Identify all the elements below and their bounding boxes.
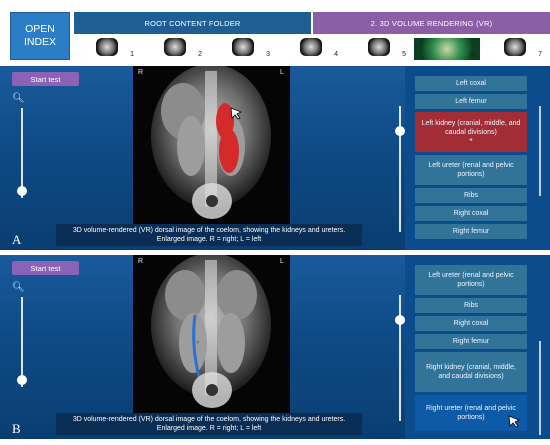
ct-marker: * — [196, 339, 200, 349]
thumbnail-3[interactable]: 3 — [210, 36, 278, 60]
open-index-line2: INDEX — [23, 36, 57, 48]
opacity-slider-knob[interactable] — [395, 126, 405, 136]
thumbnail-number: 1 — [130, 51, 134, 58]
thumbnail-number: 3 — [266, 51, 270, 58]
ct-image-viewer[interactable]: R L — [133, 66, 290, 226]
thumbnail-7[interactable]: 7 — [482, 36, 550, 60]
zoom-slider[interactable] — [17, 297, 27, 387]
list-item-label: Left kidney (cranial, middle, and caudal… — [421, 119, 521, 136]
list-item-label: Right ureter (renal and pelvic portions) — [426, 405, 516, 421]
label-left: L — [280, 258, 284, 265]
ct-volume-render — [151, 66, 271, 219]
list-scrollbar[interactable] — [539, 341, 541, 435]
image-caption: 3D volume-rendered (VR) dorsal image of … — [56, 224, 362, 246]
thumbnail-number: 2 — [198, 51, 202, 58]
label-left: L — [280, 69, 284, 76]
cursor-arrow-icon — [508, 415, 520, 428]
thumbnail-number: 4 — [334, 51, 338, 58]
tab-bar: ROOT CONTENT FOLDER 2. 3D VOLUME RENDERI… — [74, 12, 550, 34]
start-test-button[interactable]: Start test — [12, 72, 79, 86]
panel-letter: B — [12, 421, 21, 436]
list-item[interactable]: Ribs — [415, 298, 527, 313]
structure-list-items: Left ureter (renal and pelvic portions) … — [415, 255, 527, 434]
open-index-button[interactable]: OPEN INDEX — [10, 12, 70, 60]
list-item[interactable]: Right kidney (cranial, middle, and cauda… — [415, 352, 527, 392]
magnifier-icon: 🔍︎ — [12, 282, 25, 293]
thumbnail-image — [232, 38, 254, 56]
list-scrollbar[interactable] — [539, 106, 541, 196]
list-item-selected[interactable]: Left kidney (cranial, middle, and caudal… — [415, 112, 527, 152]
list-item[interactable]: Left femur — [415, 94, 527, 109]
thumbnail-image — [164, 38, 186, 56]
zoom-slider[interactable] — [17, 108, 27, 198]
thumbnail-image — [300, 38, 322, 56]
opacity-slider[interactable] — [395, 295, 405, 421]
structure-list: Left ureter (renal and pelvic portions) … — [405, 255, 550, 439]
tab-root-content-folder[interactable]: ROOT CONTENT FOLDER — [74, 12, 311, 34]
list-item[interactable]: Left coxal — [415, 76, 527, 91]
thumbnail-4[interactable]: 4 — [278, 36, 346, 60]
magnifier-icon: 🔍︎ — [12, 93, 25, 104]
zoom-slider-knob[interactable] — [17, 375, 27, 385]
opacity-slider[interactable] — [395, 106, 405, 232]
list-item[interactable]: Left ureter (renal and pelvic portions) — [415, 155, 527, 185]
image-caption: 3D volume-rendered (VR) dorsal image of … — [56, 413, 362, 435]
thumbnail-5[interactable]: 5 — [346, 36, 414, 60]
thumbnail-number: 7 — [538, 51, 542, 58]
thumbnail-number: 6 — [470, 51, 474, 58]
list-item[interactable]: Right femur — [415, 224, 527, 239]
panel-b: Start test 🔍︎ * R L 3D volume-rendered (… — [0, 255, 550, 439]
cursor-arrow-icon — [230, 107, 242, 120]
ct-image-viewer[interactable]: * R L — [133, 255, 290, 415]
opacity-slider-knob[interactable] — [395, 315, 405, 325]
list-item[interactable]: Right coxal — [415, 206, 527, 221]
list-item[interactable]: Left ureter (renal and pelvic portions) — [415, 265, 527, 295]
list-item[interactable]: Ribs — [415, 188, 527, 203]
thumbnail-strip: 1 2 3 4 5 6 7 — [74, 36, 550, 60]
list-item[interactable]: Right coxal — [415, 316, 527, 331]
header: OPEN INDEX ROOT CONTENT FOLDER 2. 3D VOL… — [0, 0, 550, 64]
label-right: R — [138, 258, 144, 265]
structure-list: Left coxal Left femur Left kidney (crani… — [405, 66, 550, 250]
list-item[interactable]: Right femur — [415, 334, 527, 349]
list-item-current[interactable]: Right ureter (renal and pelvic portions) — [415, 395, 527, 431]
thumbnail-image — [96, 38, 118, 56]
caption-line-2: Enlarged image. R = right; L = left — [156, 236, 262, 243]
thumbnail-6-active[interactable]: 6 — [414, 36, 482, 60]
thumbnail-1[interactable]: 1 — [74, 36, 142, 60]
selection-marker: * — [469, 136, 473, 146]
caption-line-1: 3D volume-rendered (VR) dorsal image of … — [72, 226, 346, 234]
caption-line-2: Enlarged image. R = right; L = left — [156, 425, 262, 432]
thumbnail-2[interactable]: 2 — [142, 36, 210, 60]
zoom-slider-knob[interactable] — [17, 186, 27, 196]
structure-list-items: Left coxal Left femur Left kidney (crani… — [415, 66, 527, 242]
thumbnail-number: 5 — [402, 51, 406, 58]
thumbnail-image — [504, 38, 526, 56]
start-test-button[interactable]: Start test — [12, 261, 79, 275]
tab-3d-volume-rendering[interactable]: 2. 3D VOLUME RENDERING (VR) — [313, 12, 550, 34]
ct-volume-render: * — [151, 255, 271, 408]
thumbnail-image — [368, 38, 390, 56]
panel-a: Start test 🔍︎ R L 3D volume-rendered (VR… — [0, 66, 550, 250]
open-index-line1: OPEN — [25, 23, 55, 35]
panel-letter: A — [12, 232, 22, 247]
caption-line-1: 3D volume-rendered (VR) dorsal image of … — [72, 415, 346, 423]
label-right: R — [138, 69, 144, 76]
